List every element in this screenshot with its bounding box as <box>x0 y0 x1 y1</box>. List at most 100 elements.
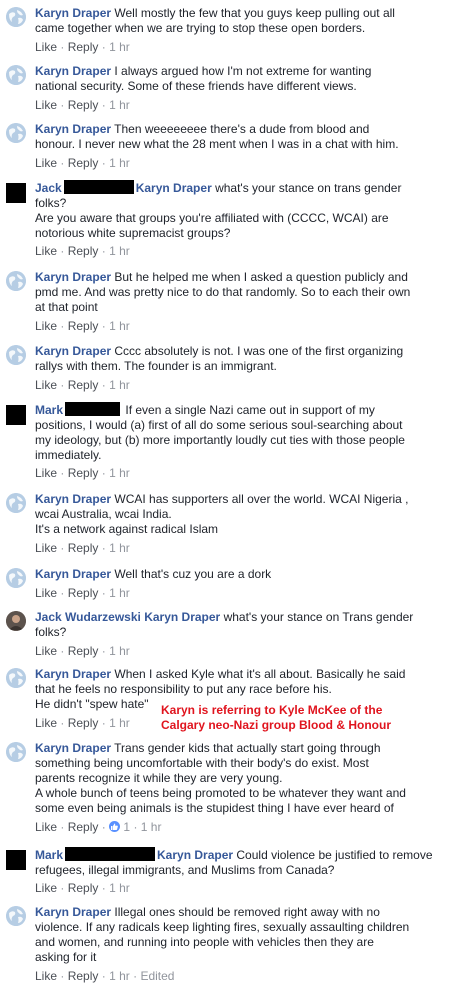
comment-first-line: Karyn Draper Then weeeeeeee there's a du… <box>35 122 444 137</box>
timestamp-link[interactable]: 1 hr <box>109 40 130 54</box>
comment-text-line: positions, I would (a) first of all do s… <box>35 418 403 432</box>
timestamp-link[interactable]: 1 hr <box>109 586 130 600</box>
mention-link[interactable]: Karyn Draper <box>136 181 212 195</box>
timestamp-link[interactable]: 1 hr <box>109 644 130 658</box>
comment-author-link[interactable]: Jack Wudarzewski <box>35 610 141 624</box>
timestamp-link[interactable]: 1 hr <box>109 466 130 480</box>
separator: · <box>101 40 106 54</box>
reply-link[interactable]: Reply <box>68 969 99 983</box>
mention-link[interactable]: Karyn Draper <box>157 848 233 862</box>
comment-text-line: pmd me. And was pretty nice to do that r… <box>35 285 411 299</box>
reply-link[interactable]: Reply <box>68 586 99 600</box>
comment-text-line: honour. I never new what the 28 ment whe… <box>35 137 399 151</box>
timestamp-link[interactable]: 1 hr <box>109 969 130 983</box>
like-link[interactable]: Like <box>35 716 57 730</box>
like-link[interactable]: Like <box>35 98 57 112</box>
comment-text: If even a single Nazi came out in suppor… <box>125 403 375 417</box>
like-link[interactable]: Like <box>35 541 57 555</box>
comment-text: Illegal ones should be removed right awa… <box>114 905 380 919</box>
reply-link[interactable]: Reply <box>68 881 99 895</box>
reply-link[interactable]: Reply <box>68 244 99 258</box>
comment-author-link[interactable]: Karyn Draper <box>35 905 111 919</box>
reply-link[interactable]: Reply <box>68 716 99 730</box>
comment-actions: Like · Reply · 1 hr <box>35 98 130 113</box>
like-link[interactable]: Like <box>35 156 57 170</box>
separator: · <box>60 378 65 392</box>
comment-author-link[interactable]: Karyn Draper <box>35 667 111 681</box>
comment-text-line: came together when we are trying to stop… <box>35 21 366 35</box>
comment-actions: Like · Reply · 1 hr <box>35 716 130 731</box>
redaction-bar <box>63 180 134 194</box>
comment-author-link[interactable]: Karyn Draper <box>35 270 111 284</box>
timestamp-link[interactable]: 1 hr <box>109 881 130 895</box>
timestamp-link[interactable]: 1 hr <box>109 716 130 730</box>
comment-text-line: asking for it <box>35 950 97 964</box>
comment-first-line: Mark Karyn Draper Could violence be justi… <box>35 847 444 863</box>
timestamp-link[interactable]: 1 hr <box>109 156 130 170</box>
reaction-count[interactable]: 1 <box>123 820 130 834</box>
comment-author-link[interactable]: Mark <box>35 848 63 862</box>
mention-link[interactable]: Karyn Draper <box>144 610 220 624</box>
comment-text-line: immediately. <box>35 448 102 462</box>
avatar-globe-icon[interactable] <box>6 123 26 143</box>
comment-author-link[interactable]: Karyn Draper <box>35 344 111 358</box>
separator: · <box>60 156 65 170</box>
edited-label[interactable]: Edited <box>140 969 174 983</box>
comment-text-line: and women, and running into people with … <box>35 935 374 949</box>
like-link[interactable]: Like <box>35 820 57 834</box>
like-link[interactable]: Like <box>35 466 57 480</box>
timestamp-link[interactable]: 1 hr <box>109 319 130 333</box>
reply-link[interactable]: Reply <box>68 541 99 555</box>
comment-author-link[interactable]: Karyn Draper <box>35 122 111 136</box>
reply-link[interactable]: Reply <box>68 319 99 333</box>
avatar-globe-icon[interactable] <box>6 906 26 926</box>
avatar-globe-icon[interactable] <box>6 65 26 85</box>
like-link[interactable]: Like <box>35 40 57 54</box>
avatar-globe-icon[interactable] <box>6 668 26 688</box>
reply-link[interactable]: Reply <box>68 644 99 658</box>
redacted-avatar <box>6 183 26 203</box>
comment-actions: Like · Reply · 1 hr <box>35 541 130 556</box>
timestamp-link[interactable]: 1 hr <box>109 244 130 258</box>
timestamp-link[interactable]: 1 hr <box>109 98 130 112</box>
avatar[interactable] <box>6 611 26 631</box>
like-link[interactable]: Like <box>35 244 57 258</box>
reply-link[interactable]: Reply <box>68 466 99 480</box>
like-link[interactable]: Like <box>35 586 57 600</box>
avatar-globe-icon[interactable] <box>6 568 26 588</box>
separator: · <box>101 820 106 834</box>
avatar-globe-icon[interactable] <box>6 742 26 762</box>
comment-text: Well that's cuz you are a dork <box>114 567 272 581</box>
timestamp-link[interactable]: 1 hr <box>141 820 162 834</box>
comment-author-link[interactable]: Karyn Draper <box>35 567 111 581</box>
like-link[interactable]: Like <box>35 881 57 895</box>
like-link[interactable]: Like <box>35 378 57 392</box>
redaction-bar <box>65 402 121 416</box>
separator: · <box>60 244 65 258</box>
comment-actions: Like · Reply · 1 hr · Edited <box>35 969 174 984</box>
comment-text: Trans gender kids that actually start go… <box>114 741 381 755</box>
avatar-globe-icon[interactable] <box>6 493 26 513</box>
avatar-globe-icon[interactable] <box>6 7 26 27</box>
timestamp-link[interactable]: 1 hr <box>109 378 130 392</box>
reply-link[interactable]: Reply <box>68 40 99 54</box>
comment-author-link[interactable]: Karyn Draper <box>35 492 111 506</box>
timestamp-link[interactable]: 1 hr <box>109 541 130 555</box>
avatar-globe-icon[interactable] <box>6 345 26 365</box>
comment-author-link[interactable]: Mark <box>35 403 63 417</box>
like-link[interactable]: Like <box>35 644 57 658</box>
avatar-globe-icon[interactable] <box>6 271 26 291</box>
comment-author-link[interactable]: Karyn Draper <box>35 6 111 20</box>
reply-link[interactable]: Reply <box>68 98 99 112</box>
comment-body: Karyn Draper WCAI has supporters all ove… <box>35 492 444 537</box>
reply-link[interactable]: Reply <box>68 378 99 392</box>
thumbs-up-icon[interactable] <box>109 821 121 832</box>
reply-link[interactable]: Reply <box>68 820 99 834</box>
comment-author-link[interactable]: Jack <box>35 181 62 195</box>
reply-link[interactable]: Reply <box>68 156 99 170</box>
comment-author-link[interactable]: Karyn Draper <box>35 741 111 755</box>
like-link[interactable]: Like <box>35 319 57 333</box>
comment-actions: Like · Reply · 1 hr <box>35 881 130 896</box>
like-link[interactable]: Like <box>35 969 57 983</box>
comment-author-link[interactable]: Karyn Draper <box>35 64 111 78</box>
